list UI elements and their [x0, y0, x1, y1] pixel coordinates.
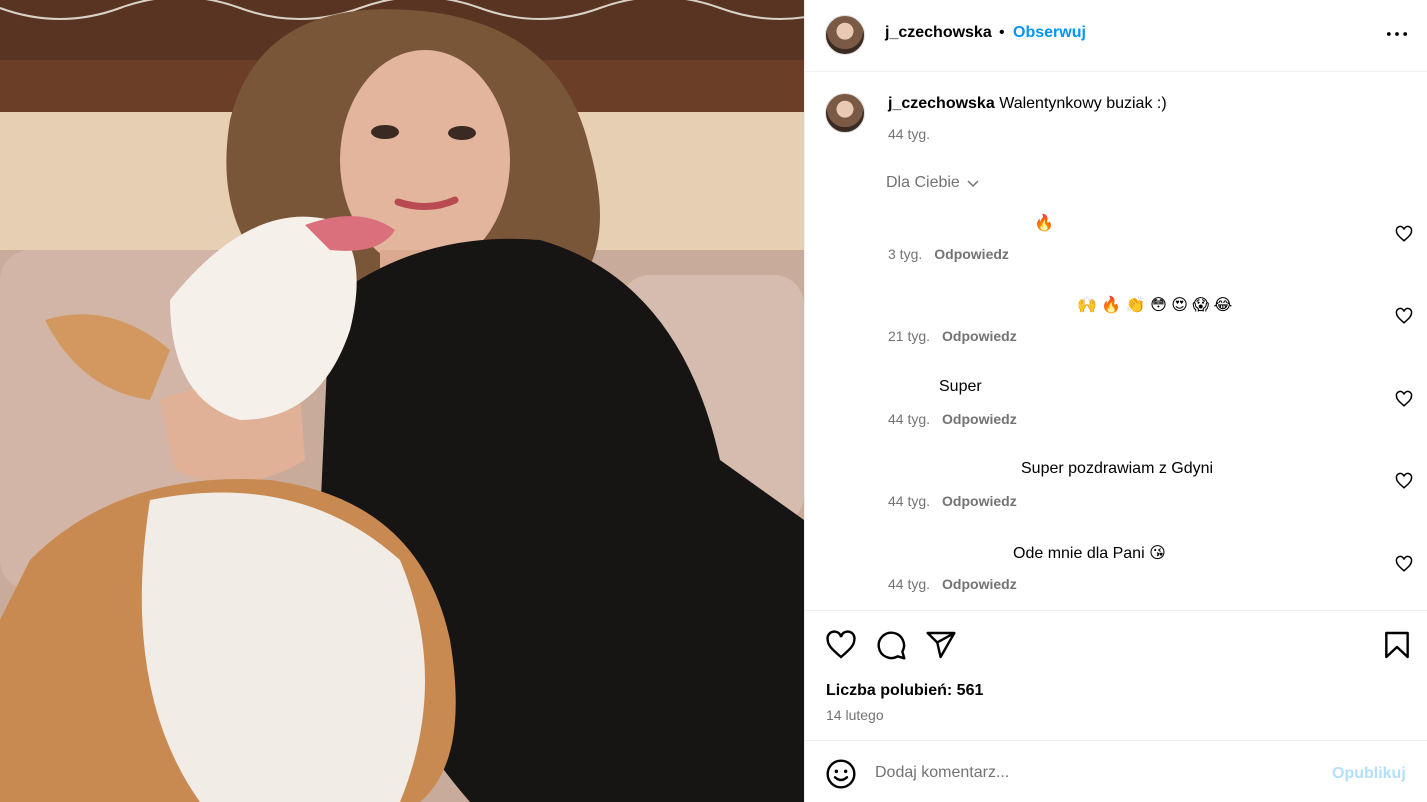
- comment-meta: 44 tyg. Odpowiedz: [888, 576, 1017, 592]
- post-side-panel: j_czechowska • Obserwuj j_czechowska Wal…: [804, 0, 1427, 802]
- comment-time: 3 tyg.: [888, 246, 923, 262]
- caption-time: 44 tyg.: [888, 126, 931, 142]
- caption-avatar[interactable]: [825, 93, 865, 133]
- heart-icon[interactable]: [825, 629, 857, 661]
- comment-time: 44 tyg.: [888, 411, 931, 427]
- smiley-icon[interactable]: [825, 758, 857, 790]
- bookmark-icon[interactable]: [1381, 629, 1413, 661]
- post-photo[interactable]: [0, 0, 804, 802]
- comment-icon[interactable]: [875, 629, 907, 661]
- comment-time: 44 tyg.: [888, 576, 931, 592]
- comment-meta: 21 tyg. Odpowiedz: [888, 328, 1017, 344]
- comment-meta: 44 tyg. Odpowiedz: [888, 493, 1017, 509]
- heart-icon[interactable]: [1395, 390, 1413, 408]
- comment-meta: 3 tyg. Odpowiedz: [888, 246, 1009, 262]
- follow-button[interactable]: Obserwuj: [1013, 24, 1086, 42]
- caption-line: j_czechowska Walentynkowy buziak :): [888, 95, 1167, 113]
- comment-meta: 44 tyg. Odpowiedz: [888, 411, 1017, 427]
- reply-button[interactable]: Odpowiedz: [942, 493, 1017, 509]
- reply-button[interactable]: Odpowiedz: [942, 411, 1017, 427]
- author-avatar[interactable]: [825, 15, 865, 55]
- comment-item: Super 44 tyg. Odpowiedz: [805, 378, 1427, 438]
- heart-icon[interactable]: [1395, 472, 1413, 490]
- more-horizontal-icon[interactable]: [1383, 20, 1411, 48]
- caption-username[interactable]: j_czechowska: [888, 95, 995, 112]
- post-image: [0, 0, 804, 802]
- heart-icon[interactable]: [1395, 307, 1413, 325]
- comment-item: Ode mnie dla Pani 😘 44 tyg. Odpowiedz: [805, 543, 1427, 603]
- comment-item: 🔥 3 tyg. Odpowiedz: [805, 213, 1427, 273]
- heart-icon[interactable]: [1395, 555, 1413, 573]
- reply-button[interactable]: Odpowiedz: [934, 246, 1009, 262]
- comment-text: Ode mnie dla Pani 😘: [1013, 545, 1166, 562]
- publish-button[interactable]: Opublikuj: [1332, 765, 1406, 783]
- reply-button[interactable]: Odpowiedz: [942, 328, 1017, 344]
- comment-text: Super: [939, 378, 982, 395]
- comment-sort-label: Dla Ciebie: [886, 174, 960, 191]
- likes-count[interactable]: Liczba polubień: 561: [826, 682, 983, 700]
- comment-text: 🙌 🔥 👏 😳 😍 😱 😂: [1077, 297, 1233, 314]
- reply-button[interactable]: Odpowiedz: [942, 576, 1017, 592]
- comment-time: 44 tyg.: [888, 493, 931, 509]
- heart-icon[interactable]: [1395, 225, 1413, 243]
- post-actions: Liczba polubień: 561 14 lutego: [805, 610, 1427, 740]
- comment-sort-dropdown[interactable]: Dla Ciebie: [886, 174, 980, 192]
- send-icon[interactable]: [925, 629, 957, 661]
- comment-input[interactable]: [875, 759, 1315, 787]
- caption-text: Walentynkowy buziak :): [999, 95, 1167, 112]
- author-username[interactable]: j_czechowska: [885, 24, 992, 42]
- comment-time: 21 tyg.: [888, 328, 931, 344]
- comment-composer: Opublikuj: [805, 740, 1427, 802]
- post-header: j_czechowska • Obserwuj: [805, 0, 1427, 72]
- comment-text: 🔥: [1034, 215, 1054, 232]
- comments-section[interactable]: j_czechowska Walentynkowy buziak :) 44 t…: [805, 73, 1427, 610]
- post-date: 14 lutego: [826, 707, 884, 723]
- comment-text: Super pozdrawiam z Gdyni: [1021, 460, 1214, 477]
- header-separator: •: [999, 24, 1005, 41]
- comment-item: Super pozdrawiam z Gdyni 44 tyg. Odpowied…: [805, 460, 1427, 520]
- chevron-down-icon: [967, 180, 979, 188]
- comment-item: 🙌 🔥 👏 😳 😍 😱 😂 21 tyg. Odpowiedz: [805, 295, 1427, 355]
